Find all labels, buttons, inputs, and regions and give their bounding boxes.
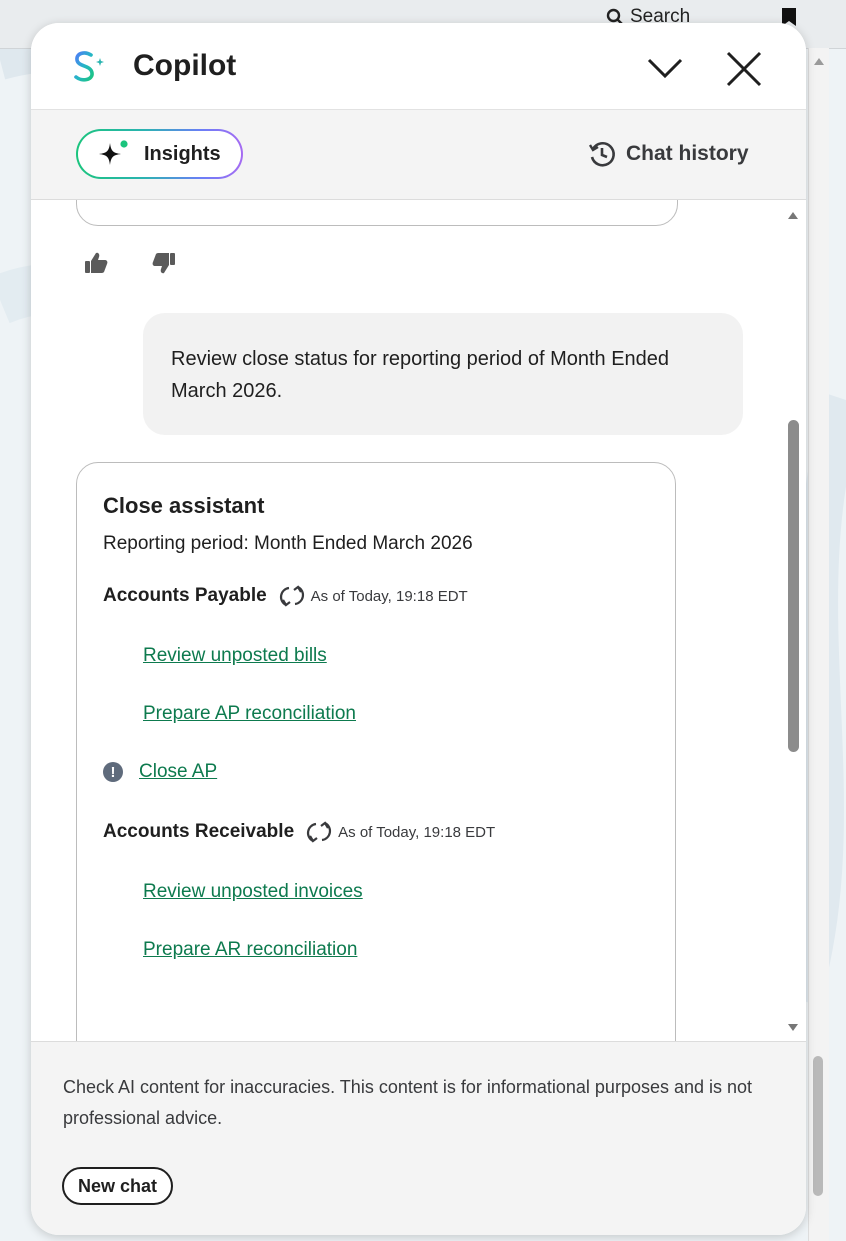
feedback-buttons bbox=[83, 250, 177, 281]
section-heading-ar: Accounts Receivable As of Today, 19:18 E… bbox=[103, 819, 649, 845]
insights-button[interactable]: Insights bbox=[76, 129, 243, 179]
chevron-down-icon bbox=[647, 58, 683, 79]
section-heading-ap: Accounts Payable As of Today, 19:18 EDT bbox=[103, 583, 649, 609]
close-icon bbox=[726, 51, 762, 87]
chat-scroll-thumb[interactable] bbox=[788, 420, 799, 752]
page-scroll-up-icon[interactable] bbox=[814, 58, 824, 65]
chat-scroll-down-icon[interactable] bbox=[788, 1024, 798, 1031]
as-of-timestamp: As of Today, 19:18 EDT bbox=[338, 823, 496, 841]
chat-area[interactable]: Review close status for reporting period… bbox=[31, 200, 806, 1041]
card-title: Close assistant bbox=[103, 493, 265, 518]
copilot-header: Copilot bbox=[31, 23, 806, 110]
section-title: Accounts Payable bbox=[103, 585, 267, 606]
thumbs-down-icon bbox=[152, 253, 175, 274]
prepare-ar-reconciliation-link[interactable]: Prepare AR reconciliation bbox=[143, 939, 357, 960]
copilot-toolbar: Insights Chat history bbox=[31, 110, 806, 200]
thumbs-down-button[interactable] bbox=[151, 250, 177, 281]
copilot-footer: Check AI content for inaccuracies. This … bbox=[31, 1041, 806, 1235]
prepare-ap-reconciliation-link[interactable]: Prepare AP reconciliation bbox=[143, 703, 356, 724]
page-scroll-thumb[interactable] bbox=[813, 1056, 823, 1196]
as-of-timestamp: As of Today, 19:18 EDT bbox=[310, 587, 468, 605]
sparkle-icon bbox=[99, 140, 128, 165]
task-row-warning: ! Close AP bbox=[103, 761, 649, 783]
collapse-button[interactable] bbox=[645, 53, 685, 83]
ai-disclaimer: Check AI content for inaccuracies. This … bbox=[63, 1077, 753, 1128]
task-row: Prepare AP reconciliation bbox=[143, 703, 649, 725]
chat-history-button[interactable]: Chat history bbox=[588, 140, 749, 168]
task-row: Review unposted invoices bbox=[143, 881, 649, 903]
thumbs-up-icon bbox=[85, 252, 108, 273]
close-assistant-card: Close assistant Reporting period: Month … bbox=[76, 462, 676, 1041]
task-row: Review unposted bills bbox=[143, 645, 649, 667]
reporting-period: Reporting period: Month Ended March 2026 bbox=[103, 533, 473, 554]
close-ap-link[interactable]: Close AP bbox=[139, 761, 217, 783]
review-unposted-bills-link[interactable]: Review unposted bills bbox=[143, 645, 327, 666]
user-message-bubble: Review close status for reporting period… bbox=[143, 313, 743, 435]
copilot-logo-icon bbox=[74, 51, 104, 82]
section-title: Accounts Receivable bbox=[103, 821, 295, 842]
page-scrollbar[interactable] bbox=[808, 48, 829, 1241]
previous-response-card bbox=[76, 200, 678, 226]
task-row: Prepare AR reconciliation bbox=[143, 939, 649, 961]
warning-icon: ! bbox=[103, 762, 123, 782]
insights-label: Insights bbox=[144, 142, 221, 165]
copilot-panel: Copilot Insights Chat history Review clo… bbox=[31, 23, 806, 1235]
insights-button-inner: Insights bbox=[78, 131, 241, 177]
chat-history-label: Chat history bbox=[626, 142, 749, 165]
thumbs-up-button[interactable] bbox=[83, 250, 109, 281]
review-unposted-invoices-link[interactable]: Review unposted invoices bbox=[143, 881, 363, 902]
history-clock-icon bbox=[588, 142, 615, 167]
chat-scrollbar[interactable] bbox=[783, 200, 803, 1041]
refresh-icon bbox=[307, 821, 332, 843]
refresh-icon bbox=[279, 585, 304, 607]
new-chat-button[interactable]: New chat bbox=[62, 1167, 174, 1205]
copilot-title: Copilot bbox=[133, 49, 237, 82]
refresh-ap-button[interactable] bbox=[279, 583, 305, 609]
chat-scroll-up-icon[interactable] bbox=[788, 212, 798, 219]
refresh-ar-button[interactable] bbox=[306, 819, 332, 845]
close-button[interactable] bbox=[724, 49, 764, 89]
